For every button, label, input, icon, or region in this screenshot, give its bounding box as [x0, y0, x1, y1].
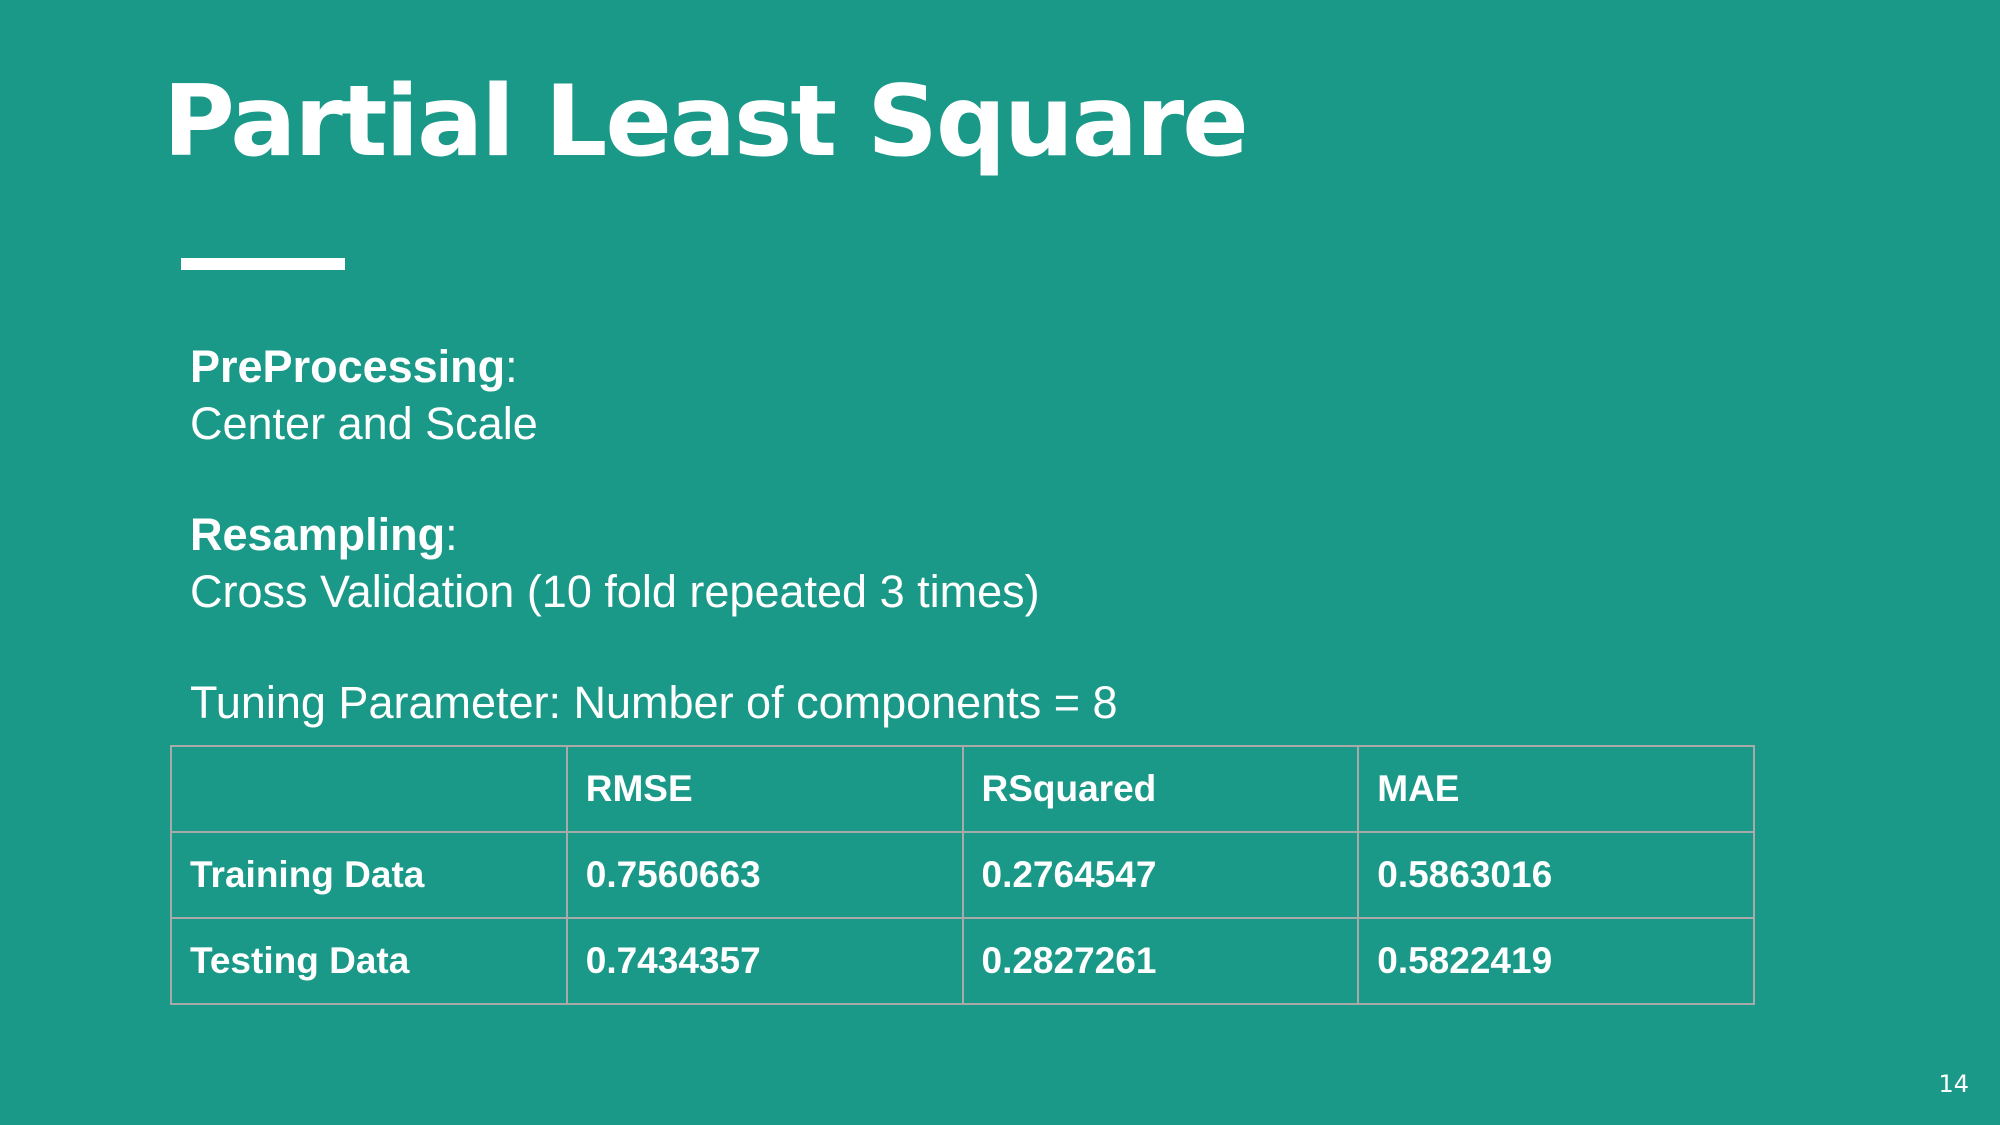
table-header-row: RMSE RSquared MAE	[170, 745, 1755, 833]
header-cell-rsquared: RSquared	[961, 745, 1360, 833]
slide-title: Partial Least Square	[163, 65, 1249, 179]
page-number: 14	[1938, 1070, 1969, 1098]
cell-mae: 0.5863016	[1357, 831, 1755, 919]
header-cell-rmse: RMSE	[565, 745, 964, 833]
cell-mae: 0.5822419	[1357, 917, 1755, 1005]
resampling-heading: Resampling:	[190, 506, 1118, 563]
slide-body: PreProcessing: Center and Scale Resampli…	[190, 338, 1118, 731]
row-label: Testing Data	[170, 917, 568, 1005]
resampling-value: Cross Validation (10 fold repeated 3 tim…	[190, 566, 1040, 617]
cell-rmse: 0.7434357	[565, 917, 964, 1005]
cell-rmse: 0.7560663	[565, 831, 964, 919]
header-cell-mae: MAE	[1357, 745, 1755, 833]
row-label: Training Data	[170, 831, 568, 919]
metrics-table: RMSE RSquared MAE Training Data 0.756066…	[170, 745, 1755, 1005]
table-row: Training Data 0.7560663 0.2764547 0.5863…	[170, 831, 1755, 919]
table-row: Testing Data 0.7434357 0.2827261 0.58224…	[170, 917, 1755, 1005]
preprocessing-value: Center and Scale	[190, 398, 538, 449]
cell-rsquared: 0.2827261	[961, 917, 1360, 1005]
title-underline	[181, 258, 345, 270]
resampling-label: Resampling	[190, 509, 446, 560]
cell-rsquared: 0.2764547	[961, 831, 1360, 919]
preprocessing-heading: PreProcessing:	[190, 338, 1118, 395]
preprocessing-colon: :	[505, 341, 518, 392]
resampling-colon: :	[445, 509, 458, 560]
tuning-parameter: Tuning Parameter: Number of components =…	[190, 677, 1118, 728]
header-cell-empty	[170, 745, 568, 833]
preprocessing-label: PreProcessing	[190, 341, 506, 392]
